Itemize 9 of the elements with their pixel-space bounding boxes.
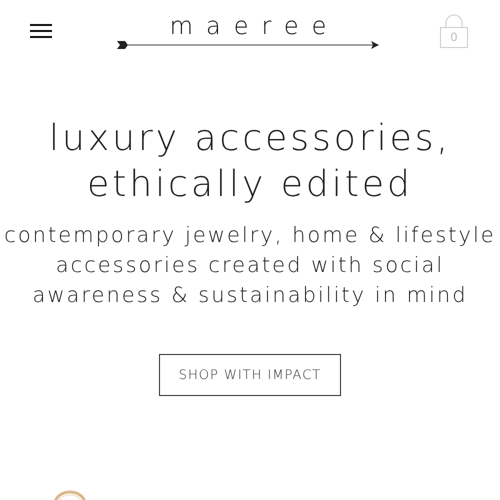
shop-button[interactable]: SHOP WITH IMPACT xyxy=(159,354,341,396)
arrow-icon xyxy=(117,40,379,50)
menu-icon xyxy=(30,24,52,38)
cart-count: 0 xyxy=(450,30,458,44)
hero-subtitle: contemporary jewelry, home & lifestyle accessories created with social awareness & sustainability in mind xyxy=(4,222,496,309)
bag-icon xyxy=(438,14,470,50)
logo[interactable]: maeree xyxy=(170,12,340,40)
menu-button[interactable] xyxy=(30,24,52,38)
hero-title: luxury accessories, ethically edited xyxy=(49,117,451,207)
